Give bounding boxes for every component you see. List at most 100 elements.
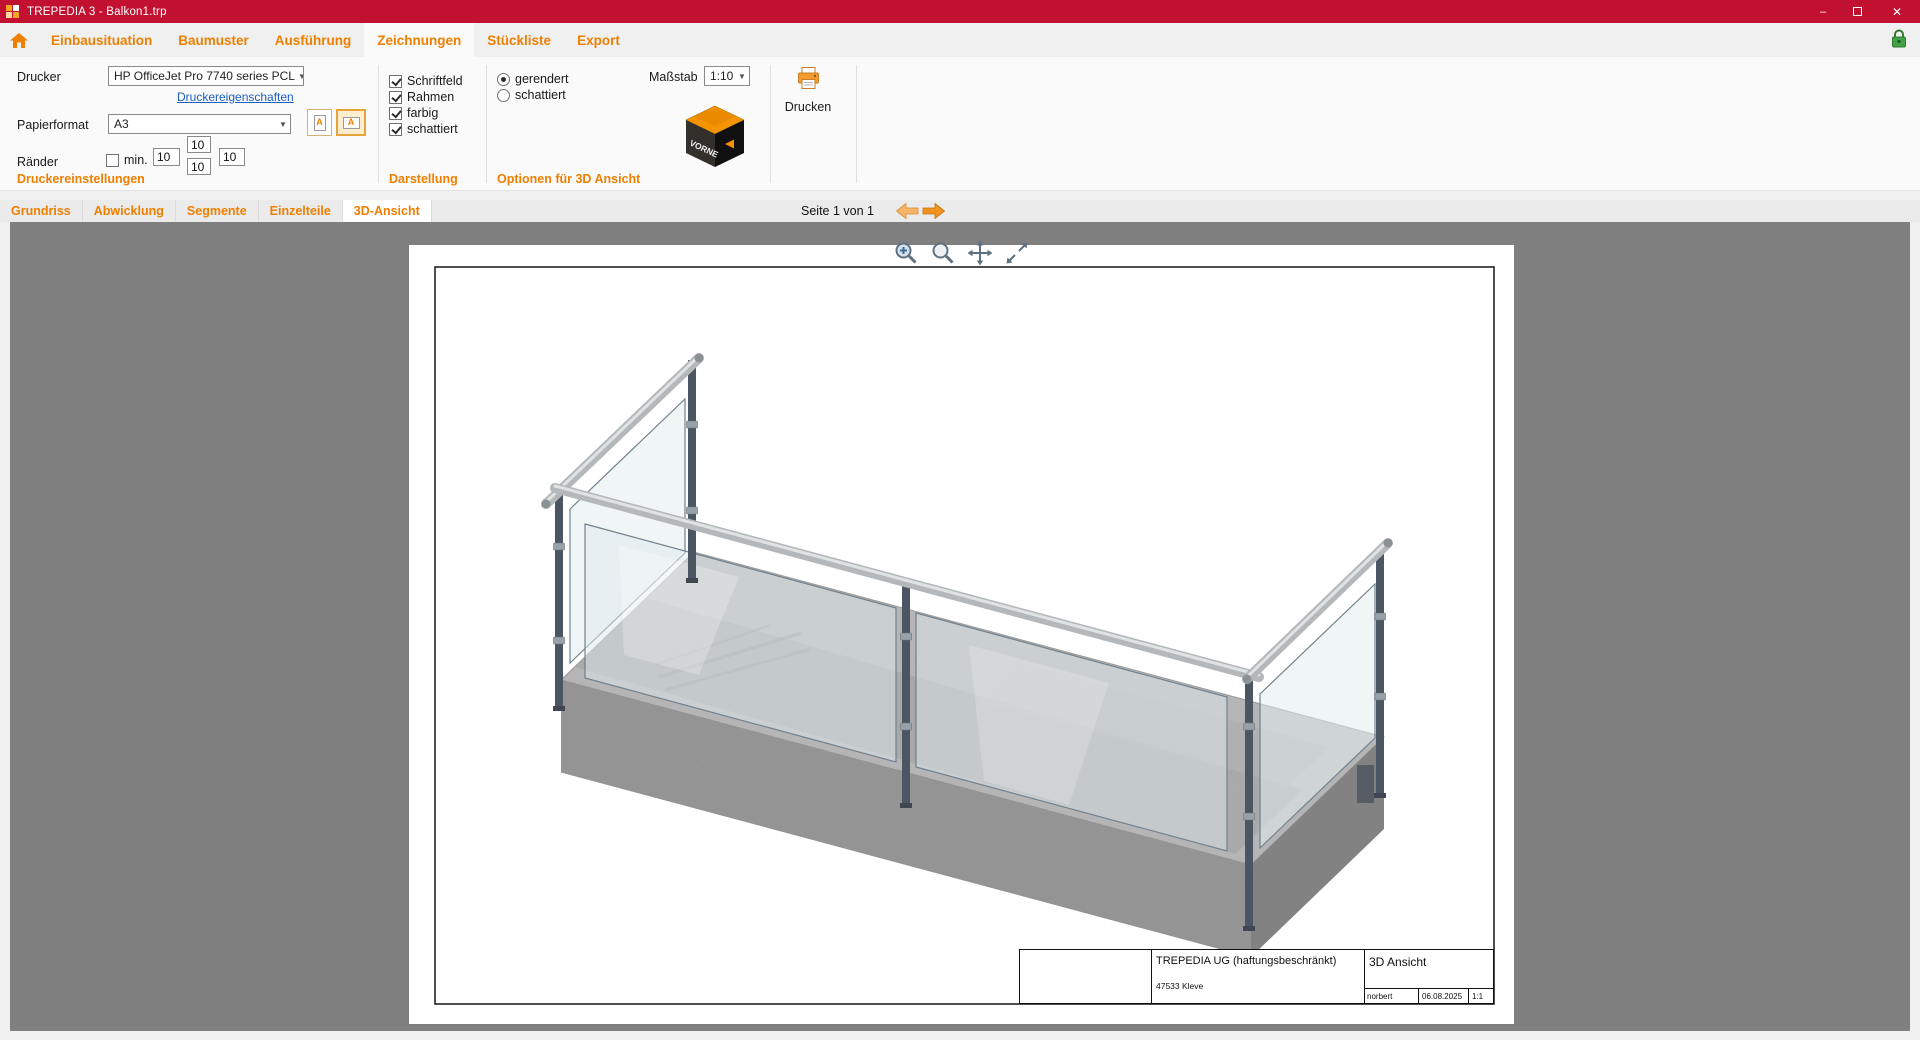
landscape-orientation-button[interactable]: A (336, 109, 366, 136)
page-next-button[interactable] (922, 203, 945, 219)
view-tab-bar: Grundriss Abwicklung Segmente Einzelteil… (0, 200, 1920, 222)
zoom-in-icon (893, 240, 919, 266)
home-button[interactable] (0, 23, 38, 57)
portrait-orientation-button[interactable]: A (307, 109, 332, 136)
printer-select[interactable]: HP OfficeJet Pro 7740 series PCL ▼ (108, 66, 304, 86)
radio-gerendert[interactable]: gerendert (497, 72, 569, 86)
scale-value: 1:10 (710, 69, 733, 83)
pan-button[interactable] (967, 240, 993, 266)
fit-view-icon (1004, 240, 1030, 266)
tab-einbausituation[interactable]: Einbausituation (38, 23, 165, 57)
print-button[interactable]: Drucken (778, 65, 838, 114)
group-separator (770, 65, 771, 183)
balcony-3d-drawing (409, 245, 1514, 1024)
fit-view-button[interactable] (1004, 240, 1030, 266)
group-separator (486, 65, 487, 183)
tab-stueckliste[interactable]: Stückliste (474, 23, 564, 57)
margin-top-input[interactable] (187, 136, 211, 153)
checkbox-schriftfeld[interactable]: Schriftfeld (389, 74, 463, 88)
pan-icon (967, 240, 993, 266)
checkbox-schattiert[interactable]: schattiert (389, 122, 458, 136)
landscape-page-icon: A (343, 117, 360, 129)
subtab-grundriss[interactable]: Grundriss (0, 200, 83, 222)
checkbox-label: Schriftfeld (407, 74, 463, 88)
paper-format-label: Papierformat (17, 118, 89, 132)
checkbox-label: farbig (407, 106, 438, 120)
window-controls: – ✕ (1806, 0, 1920, 23)
printer-label: Drucker (17, 70, 61, 84)
view-toolbar (893, 240, 1030, 266)
tab-baumuster[interactable]: Baumuster (165, 23, 262, 57)
home-icon (9, 32, 29, 49)
checkbox-icon (389, 91, 402, 104)
lock-icon (1891, 28, 1907, 49)
page-indicator: Seite 1 von 1 (801, 200, 874, 222)
minimize-button[interactable]: – (1806, 0, 1840, 23)
group-separator (856, 65, 857, 183)
balcony-model (542, 354, 1393, 958)
drawing-title-block: TREPEDIA UG (haftungsbeschränkt) 47533 K… (1019, 949, 1494, 1004)
arrow-left-icon (896, 203, 919, 219)
subtab-einzelteile[interactable]: Einzelteile (259, 200, 343, 222)
print-button-label: Drucken (785, 100, 832, 114)
margin-left-input[interactable] (153, 148, 180, 166)
arrow-right-icon (922, 203, 945, 219)
tab-export[interactable]: Export (564, 23, 633, 57)
titleblock-author: norbert (1364, 989, 1419, 1003)
main-tab-bar: Einbausituation Baumuster Ausführung Zei… (0, 23, 1920, 57)
checkbox-icon (389, 75, 402, 88)
checkbox-label: Rahmen (407, 90, 454, 104)
group-label-optionen3d: Optionen für 3D Ansicht (497, 172, 640, 186)
maximize-button[interactable] (1840, 0, 1874, 23)
portrait-page-icon: A (314, 115, 326, 131)
group-separator (378, 65, 379, 183)
radio-icon (497, 89, 510, 102)
chevron-down-icon: ▼ (735, 72, 749, 81)
paper-format-select[interactable]: A3 ▼ (108, 114, 291, 134)
subtab-segmente[interactable]: Segmente (176, 200, 259, 222)
printer-properties-link[interactable]: Druckereigenschaften (177, 90, 294, 104)
subtab-3d-ansicht[interactable]: 3D-Ansicht (343, 200, 432, 222)
scale-select[interactable]: 1:10 ▼ (704, 66, 750, 86)
chevron-down-icon: ▼ (276, 120, 290, 129)
printer-icon (795, 65, 822, 91)
tab-zeichnungen[interactable]: Zeichnungen (364, 23, 474, 57)
license-lock[interactable] (1891, 28, 1907, 54)
window-title: TREPEDIA 3 - Balkon1.trp (27, 6, 167, 18)
titleblock-view-name: 3D Ansicht (1369, 955, 1426, 969)
printer-select-value: HP OfficeJet Pro 7740 series PCL (114, 69, 295, 83)
magnifier-icon (930, 240, 956, 266)
drawing-canvas[interactable]: TREPEDIA UG (haftungsbeschränkt) 47533 K… (10, 222, 1910, 1031)
close-button[interactable]: ✕ (1874, 0, 1920, 23)
page-prev-button[interactable] (896, 203, 919, 219)
margin-right-input[interactable] (219, 148, 245, 166)
margin-bottom-input[interactable] (187, 158, 211, 175)
titleblock-company: TREPEDIA UG (haftungsbeschränkt) (1156, 955, 1336, 967)
titleblock-subrow: norbert 06.08.2025 1:1 (1364, 988, 1493, 1003)
maximize-icon (1853, 7, 1862, 16)
group-label-darstellung: Darstellung (389, 172, 458, 186)
checkbox-rahmen[interactable]: Rahmen (389, 90, 454, 104)
subtab-abwicklung[interactable]: Abwicklung (83, 200, 176, 222)
radio-schattiert[interactable]: schattiert (497, 88, 566, 102)
margins-min-label: min. (124, 153, 148, 167)
tab-ausfuehrung[interactable]: Ausführung (262, 23, 365, 57)
checkbox-icon (106, 154, 119, 167)
drawing-page: TREPEDIA UG (haftungsbeschränkt) 47533 K… (409, 245, 1514, 1024)
chevron-down-icon: ▼ (295, 72, 304, 81)
titleblock-divider (1151, 950, 1152, 1003)
view-cube[interactable]: VORNE (681, 103, 749, 170)
scale-label: Maßstab (649, 70, 698, 84)
view-cube-icon: VORNE (681, 103, 749, 170)
titleblock-scale: 1:1 (1469, 989, 1493, 1003)
zoom-out-button[interactable] (930, 240, 956, 266)
titleblock-address: 47533 Kleve (1156, 981, 1203, 991)
checkbox-farbig[interactable]: farbig (389, 106, 438, 120)
checkbox-icon (389, 107, 402, 120)
app-icon (6, 5, 20, 19)
paper-format-value: A3 (114, 117, 129, 131)
window-titlebar: TREPEDIA 3 - Balkon1.trp – ✕ (0, 0, 1920, 23)
zoom-in-button[interactable] (893, 240, 919, 266)
ribbon: Drucker HP OfficeJet Pro 7740 series PCL… (0, 57, 1920, 191)
margins-min-checkbox[interactable]: min. (106, 153, 148, 167)
